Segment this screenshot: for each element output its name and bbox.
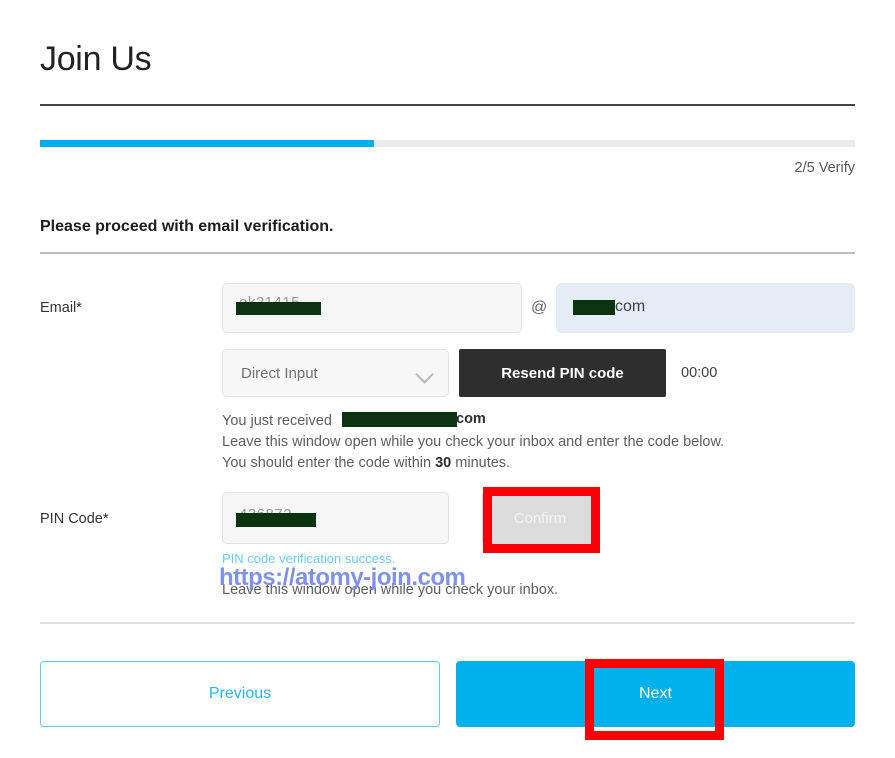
helper-line-received-suffix: com [456,411,486,427]
helper-time-limit-suffix: minutes. [451,455,511,471]
pin-code-label: PIN Code* [40,511,109,527]
redaction-bar-pin-code [236,513,316,527]
helper-time-limit-prefix: You should enter the code within [222,455,436,471]
instruction-heading: Please proceed with email verification. [40,218,334,235]
helper-line-received: You just received [222,413,332,429]
helper-time-limit-minutes: 30 [435,455,452,471]
resend-timer: 00:00 [681,365,718,381]
pin-verification-success-message: PIN code verification success. [222,551,396,566]
join-us-page: Join Us 2/5 Verify Please proceed with e… [0,0,895,758]
redaction-bar-helper-email [342,412,457,427]
progress-bar-fill [40,140,375,147]
next-button[interactable]: Next [456,661,855,727]
previous-button[interactable]: Previous [40,661,440,727]
helper-line-leave-window: Leave this window open while you check y… [222,434,725,450]
email-provider-select[interactable]: Direct Input [222,349,449,397]
email-provider-selected-value: Direct Input [241,364,318,382]
helper-line-time-limit: You should enter the code within 30 minu… [222,453,510,474]
progress-bar-track [40,140,855,147]
progress-step-label: 2/5 Verify [794,160,855,176]
form-bottom-divider [40,622,855,624]
redaction-bar-email-local [236,302,321,315]
title-divider [40,104,855,106]
confirm-pin-button[interactable]: Confirm [482,492,598,544]
email-domain-value: com [615,298,646,315]
chevron-down-icon [416,368,434,378]
helper-line-leave-window-2: Leave this window open while you check y… [222,582,559,598]
email-label: Email* [40,300,82,316]
resend-pin-code-button[interactable]: Resend PIN code [459,349,666,397]
page-title: Join Us [40,40,152,78]
form-top-divider [40,252,855,254]
email-at-separator: @ [531,299,548,316]
redaction-bar-email-domain [573,300,615,315]
